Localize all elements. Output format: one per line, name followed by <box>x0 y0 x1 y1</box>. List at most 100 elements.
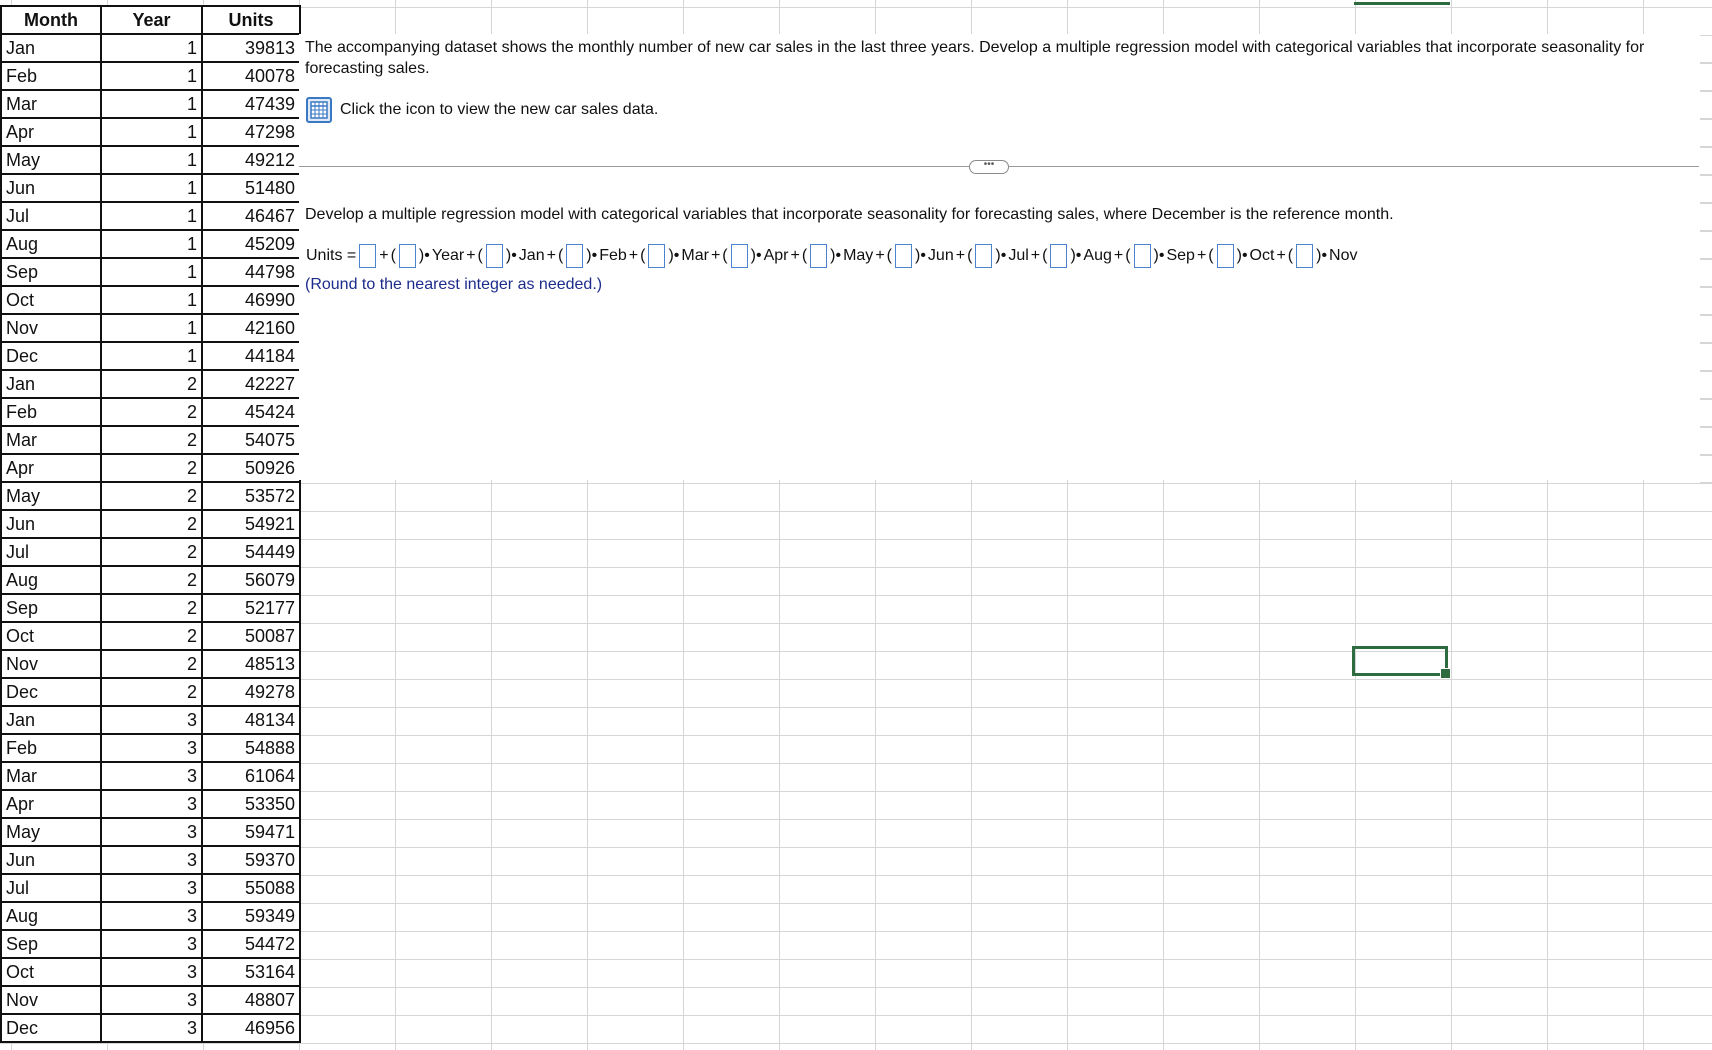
cell-year[interactable]: 3 <box>100 958 203 987</box>
coefficient-input-sep[interactable] <box>1133 244 1151 268</box>
fill-handle[interactable] <box>1440 668 1451 679</box>
cell-units[interactable]: 49212 <box>201 146 301 175</box>
cell-month[interactable]: May <box>0 482 102 511</box>
cell-year[interactable]: 1 <box>100 342 203 371</box>
cell-month[interactable]: Nov <box>0 314 102 343</box>
cell-units[interactable]: 47298 <box>201 118 301 147</box>
cell-year[interactable]: 2 <box>100 622 203 651</box>
coefficient-input-jul[interactable] <box>975 244 993 268</box>
cell-month[interactable]: Apr <box>0 118 102 147</box>
cell-year[interactable]: 1 <box>100 146 203 175</box>
cell-year[interactable]: 3 <box>100 986 203 1015</box>
coefficient-input-nov[interactable] <box>1296 244 1314 268</box>
cell-units[interactable]: 39813 <box>201 34 301 63</box>
cell-units[interactable]: 45209 <box>201 230 301 259</box>
cell-month[interactable]: Mar <box>0 762 102 791</box>
cell-units[interactable]: 54921 <box>201 510 301 539</box>
cell-units[interactable]: 59471 <box>201 818 301 847</box>
cell-units[interactable]: 54075 <box>201 426 301 455</box>
cell-units[interactable]: 42227 <box>201 370 301 399</box>
cell-month[interactable]: May <box>0 146 102 175</box>
cell-year[interactable]: 1 <box>100 202 203 231</box>
cell-year[interactable]: 1 <box>100 118 203 147</box>
cell-units[interactable]: 56079 <box>201 566 301 595</box>
coefficient-input-oct[interactable] <box>1216 244 1234 268</box>
cell-units[interactable]: 59349 <box>201 902 301 931</box>
coefficient-input-aug[interactable] <box>1050 244 1068 268</box>
cell-year[interactable]: 2 <box>100 678 203 707</box>
cell-year[interactable]: 2 <box>100 398 203 427</box>
cell-year[interactable]: 2 <box>100 538 203 567</box>
selected-cell[interactable] <box>1352 646 1451 679</box>
coefficient-input-apr[interactable] <box>730 244 748 268</box>
cell-month[interactable]: Oct <box>0 958 102 987</box>
cell-month[interactable]: Oct <box>0 286 102 315</box>
cell-month[interactable]: Jan <box>0 706 102 735</box>
cell-month[interactable]: Mar <box>0 426 102 455</box>
cell-month[interactable]: May <box>0 818 102 847</box>
cell-month[interactable]: Feb <box>0 734 102 763</box>
cell-units[interactable]: 53572 <box>201 482 301 511</box>
cell-year[interactable]: 1 <box>100 314 203 343</box>
header-month[interactable]: Month <box>0 5 102 35</box>
header-year[interactable]: Year <box>100 5 203 35</box>
cell-units[interactable]: 59370 <box>201 846 301 875</box>
cell-month[interactable]: Dec <box>0 678 102 707</box>
cell-year[interactable]: 3 <box>100 1014 203 1043</box>
cell-year[interactable]: 1 <box>100 258 203 287</box>
cell-units[interactable]: 48134 <box>201 706 301 735</box>
cell-year[interactable]: 3 <box>100 734 203 763</box>
cell-units[interactable]: 46990 <box>201 286 301 315</box>
cell-units[interactable]: 47439 <box>201 90 301 119</box>
cell-year[interactable]: 3 <box>100 902 203 931</box>
cell-year[interactable]: 2 <box>100 482 203 511</box>
cell-year[interactable]: 2 <box>100 370 203 399</box>
cell-units[interactable]: 53350 <box>201 790 301 819</box>
cell-month[interactable]: Jan <box>0 370 102 399</box>
cell-year[interactable]: 1 <box>100 62 203 91</box>
cell-month[interactable]: Feb <box>0 62 102 91</box>
cell-year[interactable]: 1 <box>100 90 203 119</box>
cell-units[interactable]: 44184 <box>201 342 301 371</box>
cell-units[interactable]: 45424 <box>201 398 301 427</box>
cell-month[interactable]: Jan <box>0 34 102 63</box>
cell-month[interactable]: Feb <box>0 398 102 427</box>
cell-year[interactable]: 3 <box>100 790 203 819</box>
cell-units[interactable]: 55088 <box>201 874 301 903</box>
cell-units[interactable]: 51480 <box>201 174 301 203</box>
cell-units[interactable]: 48513 <box>201 650 301 679</box>
cell-units[interactable]: 40078 <box>201 62 301 91</box>
table-grid-icon[interactable] <box>306 97 332 123</box>
cell-year[interactable]: 3 <box>100 762 203 791</box>
cell-units[interactable]: 50087 <box>201 622 301 651</box>
coefficient-input-jan[interactable] <box>485 244 503 268</box>
cell-year[interactable]: 2 <box>100 426 203 455</box>
header-units[interactable]: Units <box>201 5 301 35</box>
cell-units[interactable]: 52177 <box>201 594 301 623</box>
cell-units[interactable]: 54472 <box>201 930 301 959</box>
cell-units[interactable]: 46467 <box>201 202 301 231</box>
cell-units[interactable]: 42160 <box>201 314 301 343</box>
coefficient-input-jun[interactable] <box>894 244 912 268</box>
cell-year[interactable]: 2 <box>100 566 203 595</box>
cell-units[interactable]: 61064 <box>201 762 301 791</box>
cell-year[interactable]: 1 <box>100 34 203 63</box>
cell-year[interactable]: 3 <box>100 930 203 959</box>
cell-month[interactable]: Jun <box>0 174 102 203</box>
cell-year[interactable]: 2 <box>100 650 203 679</box>
cell-year[interactable]: 3 <box>100 874 203 903</box>
cell-year[interactable]: 2 <box>100 454 203 483</box>
cell-month[interactable]: Aug <box>0 566 102 595</box>
cell-month[interactable]: Sep <box>0 594 102 623</box>
cell-year[interactable]: 1 <box>100 174 203 203</box>
cell-units[interactable]: 53164 <box>201 958 301 987</box>
coefficient-input-may[interactable] <box>810 244 828 268</box>
cell-units[interactable]: 48807 <box>201 986 301 1015</box>
cell-month[interactable]: Jul <box>0 874 102 903</box>
cell-month[interactable]: Jul <box>0 538 102 567</box>
cell-year[interactable]: 1 <box>100 230 203 259</box>
cell-units[interactable]: 44798 <box>201 258 301 287</box>
cell-units[interactable]: 54888 <box>201 734 301 763</box>
cell-month[interactable]: Aug <box>0 230 102 259</box>
coefficient-input-year[interactable] <box>398 244 416 268</box>
